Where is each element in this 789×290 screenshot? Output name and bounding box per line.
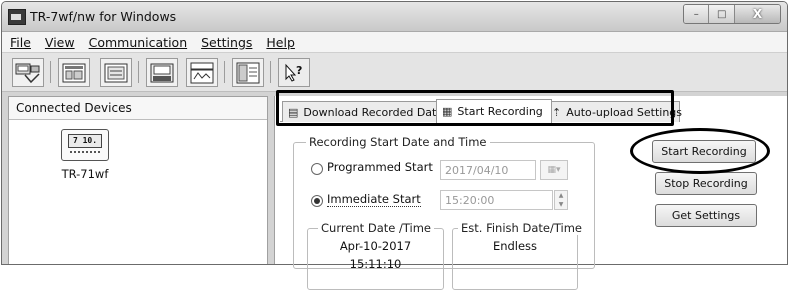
calendar-icon: ▦▾ <box>547 165 561 175</box>
table-view-button[interactable] <box>232 58 264 87</box>
device-settings-button[interactable] <box>100 58 132 87</box>
download-device-icon <box>15 63 40 83</box>
app-icon <box>8 9 26 25</box>
calendar-dropdown-button[interactable]: ▦▾ <box>540 160 568 180</box>
device-settings-icon <box>104 63 128 82</box>
tab-start-recording[interactable]: ▦ Start Recording <box>436 99 552 123</box>
window-title: TR-7wf/nw for Windows <box>30 9 177 24</box>
menu-bar: File View Communication Settings Help <box>2 32 787 53</box>
toolbar-separator <box>50 61 51 83</box>
current-readings-icon <box>190 62 214 83</box>
tab-label: Auto-upload Settings <box>566 105 683 119</box>
window-controls: – □ X <box>683 4 781 24</box>
download-tab-icon: ▤ <box>288 105 299 119</box>
menu-communication[interactable]: Communication <box>89 35 188 50</box>
get-settings-button[interactable]: Get Settings <box>655 204 757 227</box>
graph-view-button[interactable] <box>58 58 90 87</box>
logger-device-icon: 7 10. <box>61 129 109 161</box>
menu-view[interactable]: View <box>45 35 75 50</box>
auto-upload-tab-icon: ⇡ <box>552 105 562 119</box>
tab-label: Start Recording <box>457 105 543 118</box>
minimize-button[interactable]: – <box>684 5 710 23</box>
device-name: TR-71wf <box>61 167 109 181</box>
graph-view-icon <box>62 63 86 82</box>
immediate-start-label: Immediate Start <box>327 192 421 207</box>
device-buttons <box>70 151 100 157</box>
programmed-start-label: Programmed Start <box>327 160 433 174</box>
connected-devices-pane: Connected Devices 7 10. TR-71wf <box>8 96 268 264</box>
est-finish-title: Est. Finish Date/Time <box>458 221 585 235</box>
start-recording-button[interactable]: Start Recording <box>652 140 756 163</box>
device-screen-readout: 7 10. <box>68 134 102 148</box>
current-readings-button[interactable] <box>186 58 218 87</box>
title-bar[interactable]: TR-7wf/nw for Windows – □ X <box>2 2 787 32</box>
device-item[interactable]: 7 10. TR-71wf <box>41 129 129 181</box>
connected-devices-header: Connected Devices <box>9 97 267 120</box>
time-spinner[interactable]: ▲ ▼ <box>554 190 568 210</box>
immediate-time-field[interactable]: 15:20:00 <box>440 190 553 210</box>
stop-recording-button[interactable]: Stop Recording <box>655 172 757 195</box>
context-help-button[interactable]: ? <box>278 58 310 87</box>
tab-auto-upload-settings[interactable]: ⇡ Auto-upload Settings <box>546 101 683 122</box>
toolbar: ? <box>2 53 787 92</box>
recording-start-group-title: Recording Start Date and Time <box>306 135 490 149</box>
current-date-value: Apr-10-2017 <box>339 239 412 253</box>
download-device-button[interactable] <box>12 58 44 87</box>
toolbar-separator <box>138 61 139 83</box>
svg-text:?: ? <box>296 64 302 77</box>
current-datetime-title: Current Date /Time <box>318 221 435 235</box>
est-finish-box <box>452 228 578 290</box>
menu-settings[interactable]: Settings <box>201 35 252 50</box>
toolbar-separator <box>224 61 225 83</box>
programmed-date-field[interactable]: 2017/04/10 <box>440 160 536 180</box>
menu-file[interactable]: File <box>10 35 31 50</box>
help-pointer-icon: ? <box>285 63 302 82</box>
table-view-icon <box>236 62 260 83</box>
est-finish-value: Endless <box>492 239 538 253</box>
programmed-start-radio[interactable] <box>311 163 323 175</box>
start-recording-icon <box>150 63 174 82</box>
tab-download-recorded-data[interactable]: ▤ Download Recorded Data <box>282 101 444 122</box>
current-time-value: 15:11:10 <box>349 257 402 271</box>
toolbar-separator <box>270 61 271 83</box>
tab-label: Download Recorded Data <box>303 105 444 119</box>
menu-help[interactable]: Help <box>266 35 295 50</box>
close-button[interactable]: X <box>734 5 780 23</box>
start-recording-button-toolbar[interactable] <box>146 58 178 87</box>
start-recording-tab-icon: ▦ <box>442 105 453 118</box>
immediate-start-radio[interactable] <box>311 195 323 207</box>
maximize-button[interactable]: □ <box>709 5 735 23</box>
